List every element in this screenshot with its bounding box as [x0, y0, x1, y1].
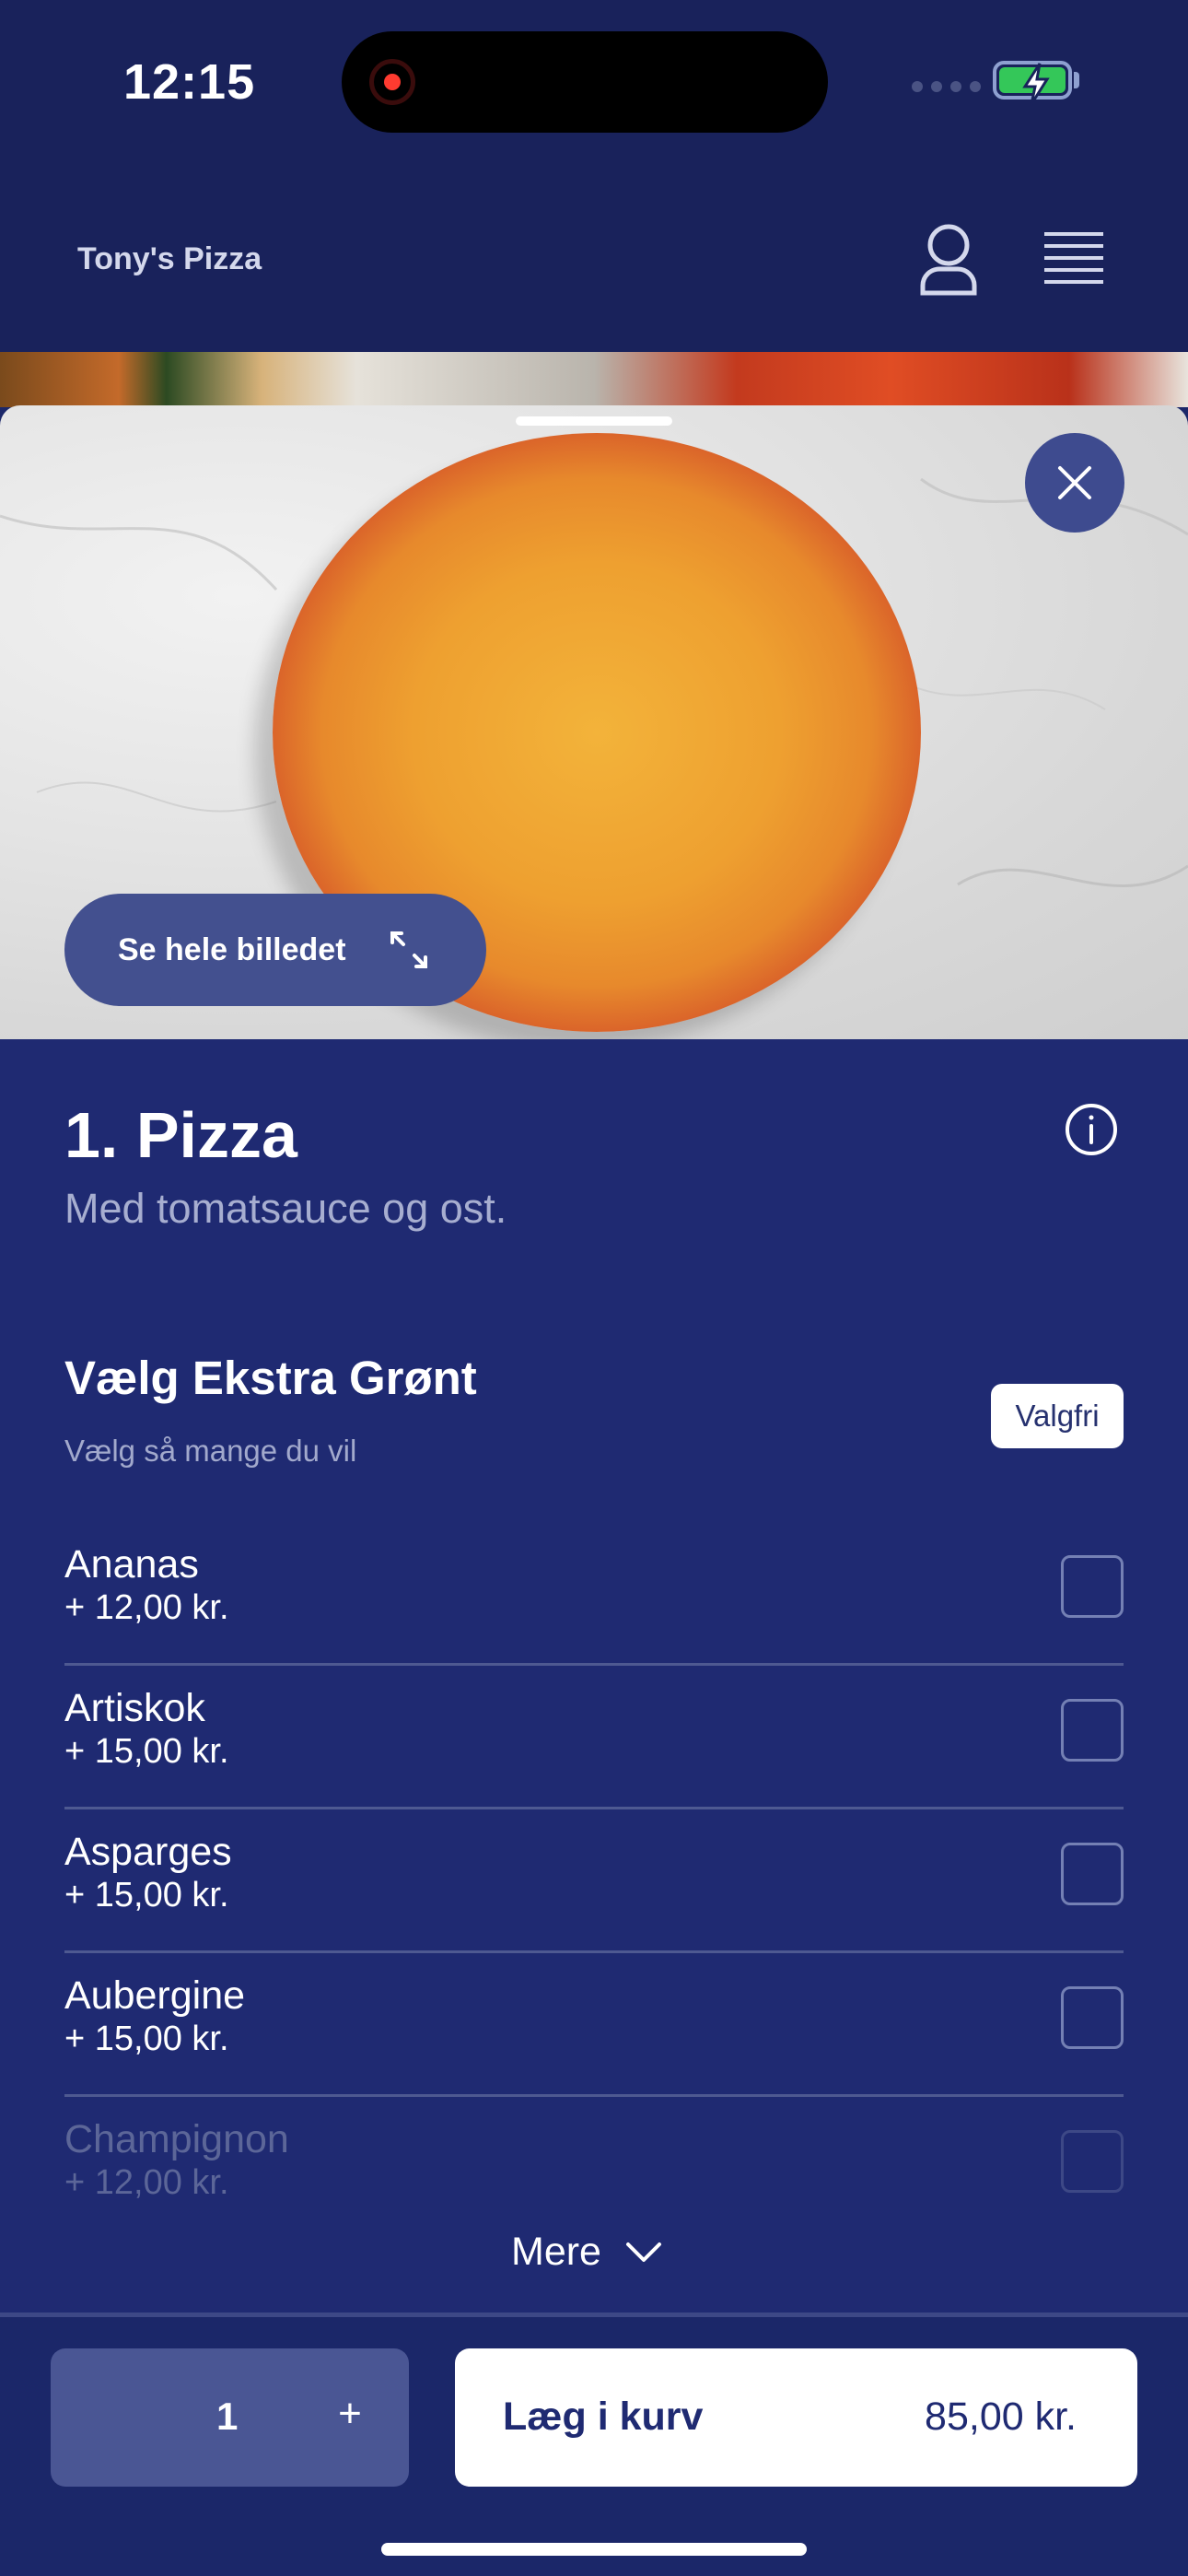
option-checkbox[interactable] [1061, 1555, 1124, 1618]
show-more-label: Mere [511, 2230, 601, 2274]
dynamic-island [342, 31, 828, 133]
increase-quantity-button[interactable]: + [327, 2391, 373, 2437]
option-price: + 15,00 kr. [64, 2020, 229, 2058]
see-full-image-button[interactable]: Se hele billedet [64, 894, 486, 1006]
status-bar: 12:15 [0, 0, 1188, 166]
option-checkbox[interactable] [1061, 1986, 1124, 2049]
section-title: Vælg Ekstra Grønt [64, 1352, 477, 1404]
expand-icon [390, 931, 427, 968]
sheet-grabber[interactable] [516, 416, 672, 426]
record-icon [369, 59, 415, 105]
product-image: Se hele billedet [0, 405, 1188, 1039]
battery-tip [1074, 72, 1079, 88]
option-row[interactable]: Ananas + 12,00 kr. [64, 1522, 1124, 1666]
quantity-value: 1 [216, 2395, 239, 2438]
user-icon[interactable] [912, 221, 985, 299]
option-row[interactable]: Champignon + 12,00 kr. [64, 2097, 1124, 2241]
info-icon[interactable] [1064, 1102, 1119, 1157]
add-to-cart-label: Læg i kurv [503, 2395, 704, 2439]
add-to-cart-button[interactable]: Læg i kurv 85,00 kr. [455, 2348, 1137, 2487]
quantity-stepper[interactable]: 1 + [51, 2348, 409, 2487]
optional-badge: Valgfri [991, 1384, 1124, 1448]
close-button[interactable] [1025, 433, 1124, 533]
cart-price: 85,00 kr. [925, 2395, 1077, 2439]
option-price: + 15,00 kr. [64, 1732, 229, 1771]
product-title: 1. Pizza [64, 1099, 297, 1171]
option-name: Aubergine [64, 1973, 246, 2018]
option-row[interactable]: Aubergine + 15,00 kr. [64, 1953, 1124, 2097]
option-row[interactable]: Artiskok + 15,00 kr. [64, 1666, 1124, 1809]
app-header: Tony's Pizza [0, 166, 1188, 352]
background-menu-image [0, 352, 1188, 407]
option-checkbox[interactable] [1061, 1843, 1124, 1905]
option-name: Champignon [64, 2117, 289, 2161]
option-row[interactable]: Asparges + 15,00 kr. [64, 1809, 1124, 1953]
section-subtitle: Vælg så mange du vil [64, 1434, 357, 1468]
product-detail: 1. Pizza Med tomatsauce og ost. Vælg Eks… [0, 1039, 1188, 2316]
option-name: Artiskok [64, 1686, 205, 1730]
menu-icon[interactable] [1039, 228, 1109, 287]
option-price: + 15,00 kr. [64, 1876, 229, 1914]
close-icon [1058, 466, 1091, 499]
battery-icon [993, 61, 1072, 105]
signal-icon [912, 81, 981, 92]
order-footer: 1 + Læg i kurv 85,00 kr. [0, 2313, 1188, 2576]
status-time: 12:15 [123, 54, 256, 110]
option-checkbox[interactable] [1061, 1699, 1124, 1762]
home-indicator[interactable] [381, 2543, 807, 2556]
show-more-button[interactable]: Mere [511, 2230, 662, 2275]
brand-title[interactable]: Tony's Pizza [77, 241, 262, 277]
option-name: Ananas [64, 1542, 199, 1587]
option-checkbox[interactable] [1061, 2130, 1124, 2193]
option-price: + 12,00 kr. [64, 1588, 229, 1627]
option-name: Asparges [64, 1830, 232, 1874]
product-description: Med tomatsauce og ost. [64, 1185, 507, 1232]
option-price: + 12,00 kr. [64, 2163, 229, 2202]
see-full-image-label: Se hele billedet [118, 931, 346, 967]
chevron-down-icon [625, 2242, 661, 2262]
options-list: Ananas + 12,00 kr. Artiskok + 15,00 kr. … [64, 1522, 1124, 2241]
